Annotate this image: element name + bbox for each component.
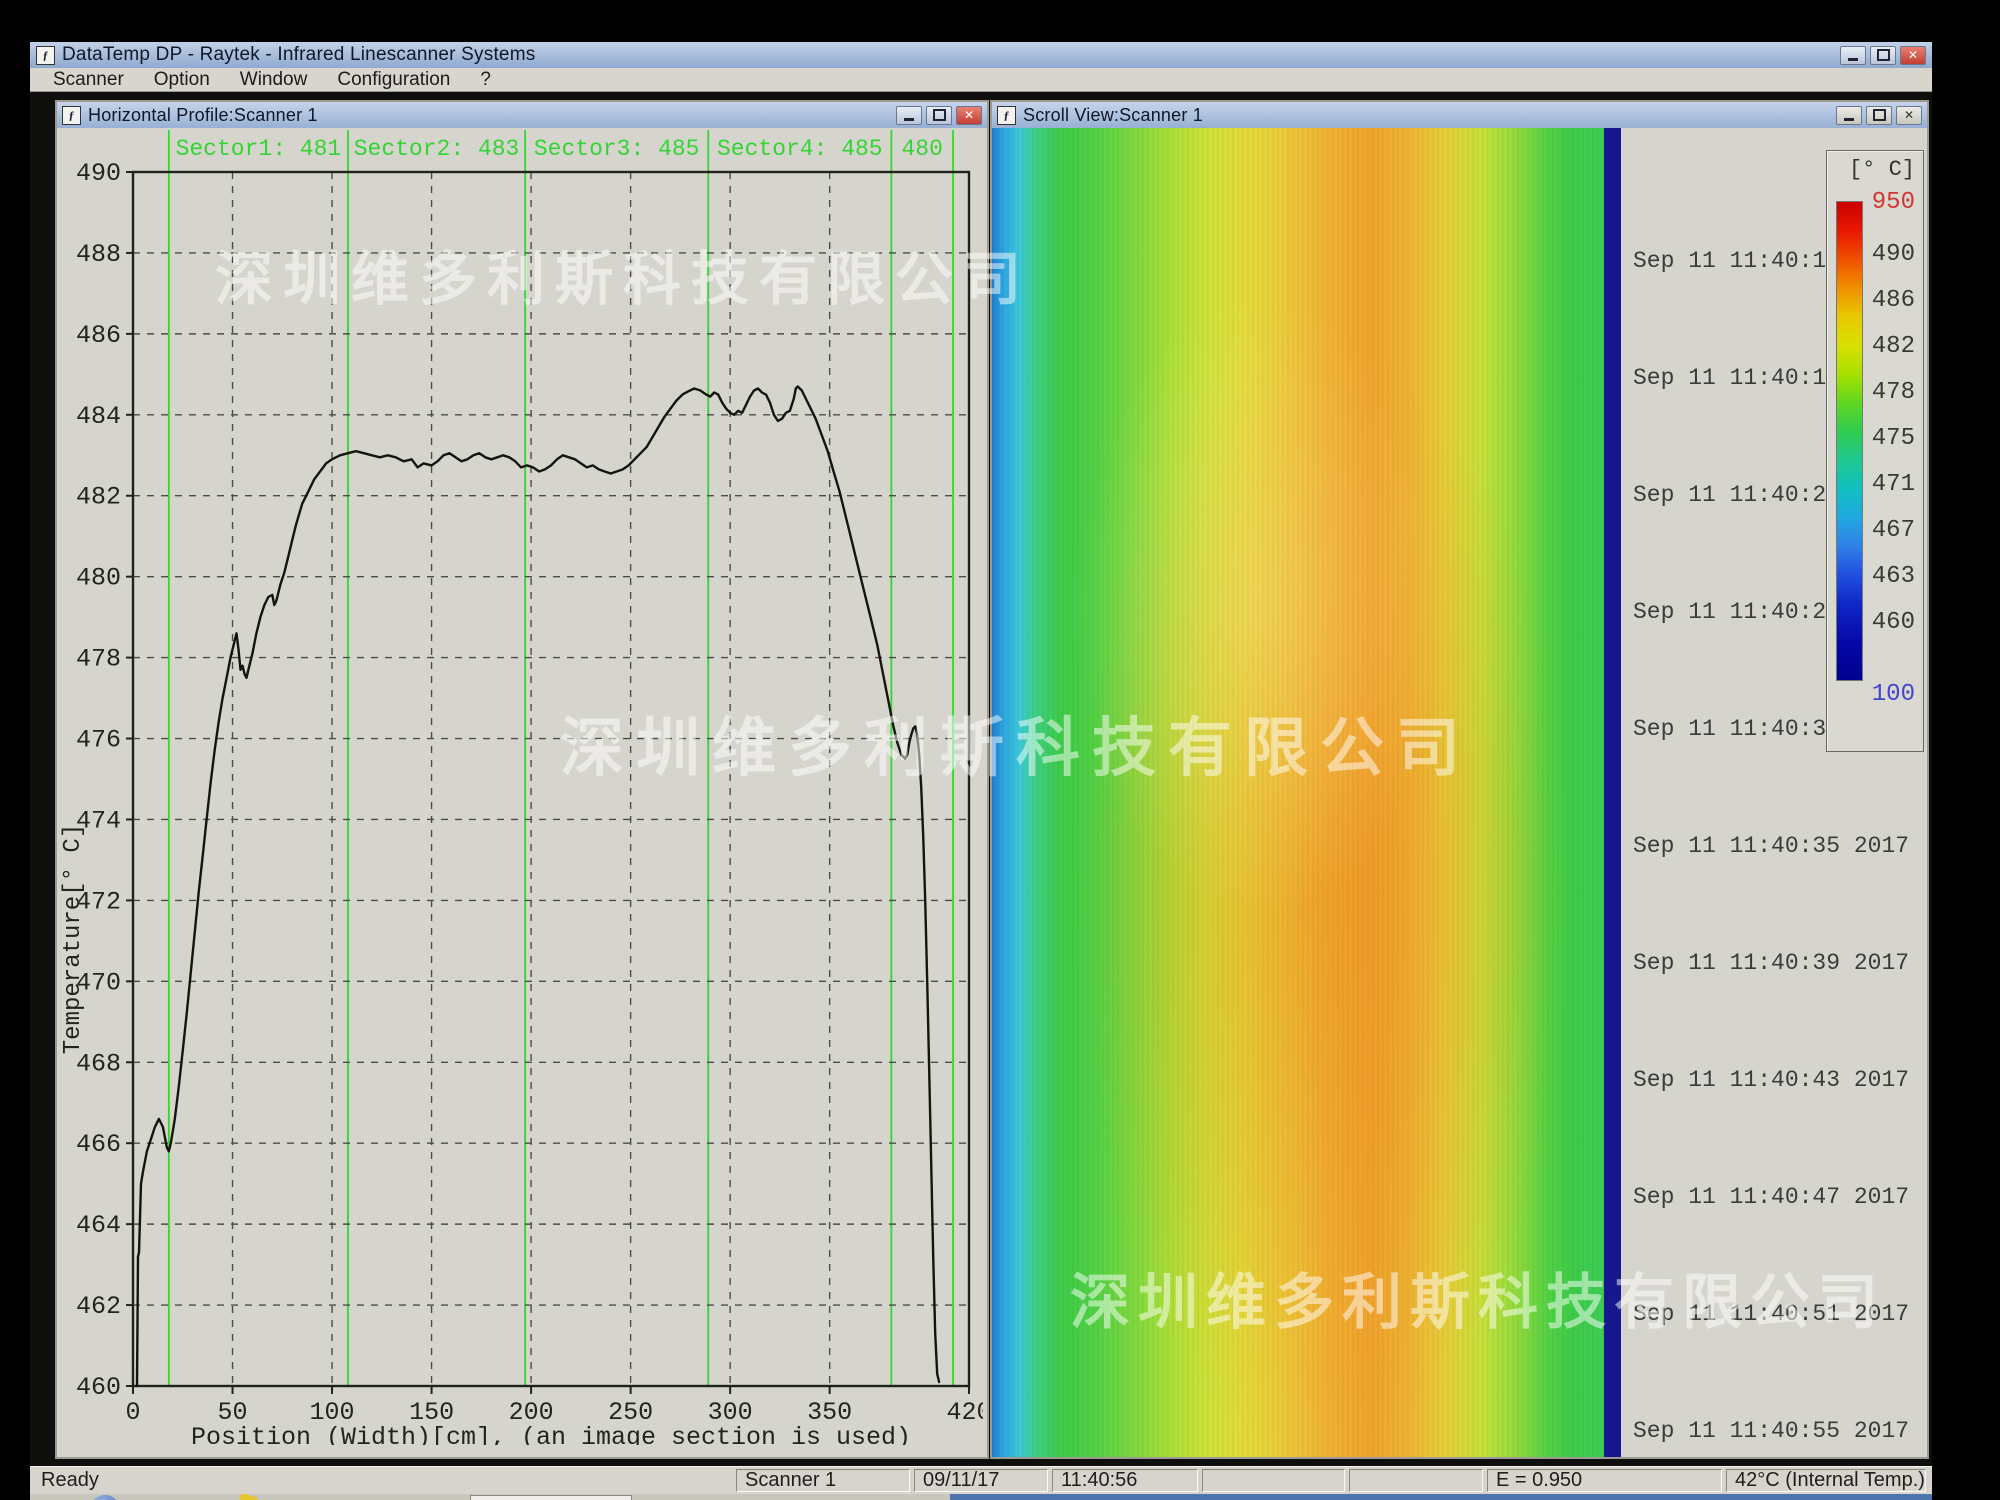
scale-tick-label: 478 (1863, 379, 1915, 406)
scale-tick-label: 482 (1863, 333, 1915, 360)
monitor-screen: ƒ DataTemp DP - Raytek - Infrared Linesc… (30, 42, 1932, 1500)
scroll-minimize-button[interactable] (1836, 106, 1862, 125)
color-scale-unit: [° C] (1849, 157, 1915, 182)
close-button[interactable]: ✕ (1900, 46, 1926, 65)
scan-timestamp: Sep 11 11:40:43 2017 (1633, 1067, 1909, 1093)
scan-edge-stripe (1604, 128, 1621, 1457)
profile-close-button[interactable]: ✕ (956, 106, 982, 125)
scroll-window: ƒ Scroll View:Scanner 1 ✕ Sep 11 11:40:1… (990, 100, 1929, 1459)
scan-timestamp: Sep 11 11:40:35 2017 (1633, 833, 1909, 859)
thermal-scan-image (992, 128, 1604, 1457)
menu-item-scanner[interactable]: Scanner (38, 69, 139, 91)
menu-item-option[interactable]: Option (139, 69, 225, 91)
scale-tick-label: 486 (1863, 287, 1915, 314)
y-tick-label: 488 (76, 240, 121, 269)
scale-tick-label: 471 (1863, 471, 1915, 498)
scale-tick-label: 475 (1863, 425, 1915, 452)
taskbar (30, 1494, 1932, 1500)
scan-timestamp: Sep 11 11:40:39 2017 (1633, 950, 1909, 976)
profile-chart-area: Sector1: 481 Sector2: 483 Sector3: 485 Sect… (57, 128, 987, 1457)
scan-timestamp: Sep 11 11:40:55 2017 (1633, 1418, 1909, 1444)
profile-window: ƒ Horizontal Profile:Scanner 1 ✕ Sector1… (55, 100, 989, 1459)
x-axis-title: Position (Width)[cm], (an image section … (191, 1423, 911, 1445)
temperature-color-scale: [° C] 950 490 486 482 478 475 471 467 463 460 100 (1826, 150, 1924, 752)
scale-tick-label: 460 (1863, 609, 1915, 636)
sector-label: Sector2: 483 (354, 136, 520, 162)
y-axis-title: Temperature[° C] (60, 824, 87, 1054)
app-icon: ƒ (36, 46, 55, 65)
status-cell: 42°C (Internal Temp.) (1726, 1469, 1926, 1492)
menu-item-[interactable]: ? (465, 69, 506, 91)
status-cell: Scanner 1 (736, 1469, 910, 1492)
y-tick-label: 464 (76, 1211, 121, 1240)
y-tick-label: 466 (76, 1130, 121, 1159)
menu-item-window[interactable]: Window (225, 69, 323, 91)
y-tick-label: 484 (76, 402, 121, 431)
y-tick-label: 478 (76, 645, 121, 674)
main-titlebar[interactable]: ƒ DataTemp DP - Raytek - Infrared Linesc… (30, 42, 1932, 68)
profile-window-title: Horizontal Profile:Scanner 1 (88, 105, 318, 126)
profile-restore-button[interactable] (926, 106, 952, 125)
y-tick-label: 490 (76, 159, 121, 188)
start-button[interactable] (90, 1495, 120, 1500)
mdi-area: ƒ Horizontal Profile:Scanner 1 ✕ Sector1… (30, 92, 1932, 1466)
color-scale-gradient-bar (1836, 201, 1863, 681)
y-tick-label: 482 (76, 483, 121, 512)
status-cell: 11:40:56 (1052, 1469, 1198, 1492)
y-tick-label: 480 (76, 564, 121, 593)
y-tick-label: 476 (76, 726, 121, 755)
scale-min-label: 100 (1863, 681, 1915, 708)
status-cell: 09/11/17 (914, 1469, 1048, 1492)
status-cell (1202, 1469, 1345, 1492)
temperature-curve (137, 387, 939, 1387)
profile-titlebar[interactable]: ƒ Horizontal Profile:Scanner 1 ✕ (57, 102, 987, 128)
minimize-button[interactable] (1840, 46, 1866, 65)
status-cell: E = 0.950 (1487, 1469, 1722, 1492)
sector-label: Sector3: 485 (534, 136, 700, 162)
x-tick-label: 0 (125, 1398, 140, 1427)
status-bar: Ready Scanner 109/11/1711:40:56 E = 0.950… (30, 1466, 1932, 1494)
status-cell (1349, 1469, 1483, 1492)
sector-label: Sector1: 481 (176, 136, 342, 162)
sector-label: Sector4: 485 (717, 136, 883, 162)
scroll-restore-button[interactable] (1866, 106, 1892, 125)
scroll-window-icon: ƒ (997, 106, 1016, 125)
scan-timestamp: Sep 11 11:40:47 2017 (1633, 1184, 1909, 1210)
scan-timestamp: Sep 11 11:40:51 2017 (1633, 1301, 1909, 1327)
quicklaunch-icon[interactable] (235, 1494, 259, 1500)
scroll-close-button[interactable]: ✕ (1896, 106, 1922, 125)
taskbar-window-button[interactable] (470, 1495, 632, 1500)
menu-item-configuration[interactable]: Configuration (322, 69, 465, 91)
scroll-titlebar[interactable]: ƒ Scroll View:Scanner 1 ✕ (992, 102, 1927, 128)
scroll-window-title: Scroll View:Scanner 1 (1023, 105, 1203, 126)
scale-tick-label: 467 (1863, 517, 1915, 544)
scale-tick-label: 463 (1863, 563, 1915, 590)
plot-border (133, 172, 969, 1386)
y-tick-label: 462 (76, 1292, 121, 1321)
menu-bar: ScannerOptionWindowConfiguration? (30, 68, 1932, 92)
profile-minimize-button[interactable] (896, 106, 922, 125)
scroll-view-area: Sep 11 11:40:15 201Sep 11 11:40:19 201Se… (992, 128, 1927, 1457)
taskbar-strip (950, 1494, 1932, 1500)
sector-label: 480 (902, 136, 943, 162)
scale-tick-label: 490 (1863, 241, 1915, 268)
x-tick-label: 420 (946, 1398, 983, 1427)
profile-window-icon: ƒ (62, 106, 81, 125)
restore-button[interactable] (1870, 46, 1896, 65)
y-tick-label: 486 (76, 321, 121, 350)
scale-max-label: 950 (1863, 189, 1915, 216)
status-ready: Ready (32, 1469, 732, 1492)
y-tick-label: 460 (76, 1373, 121, 1402)
temperature-profile-chart: Sector1: 481 Sector2: 483 Sector3: 485 Sect… (57, 128, 983, 1445)
app-title: DataTemp DP - Raytek - Infrared Linescan… (62, 44, 535, 66)
